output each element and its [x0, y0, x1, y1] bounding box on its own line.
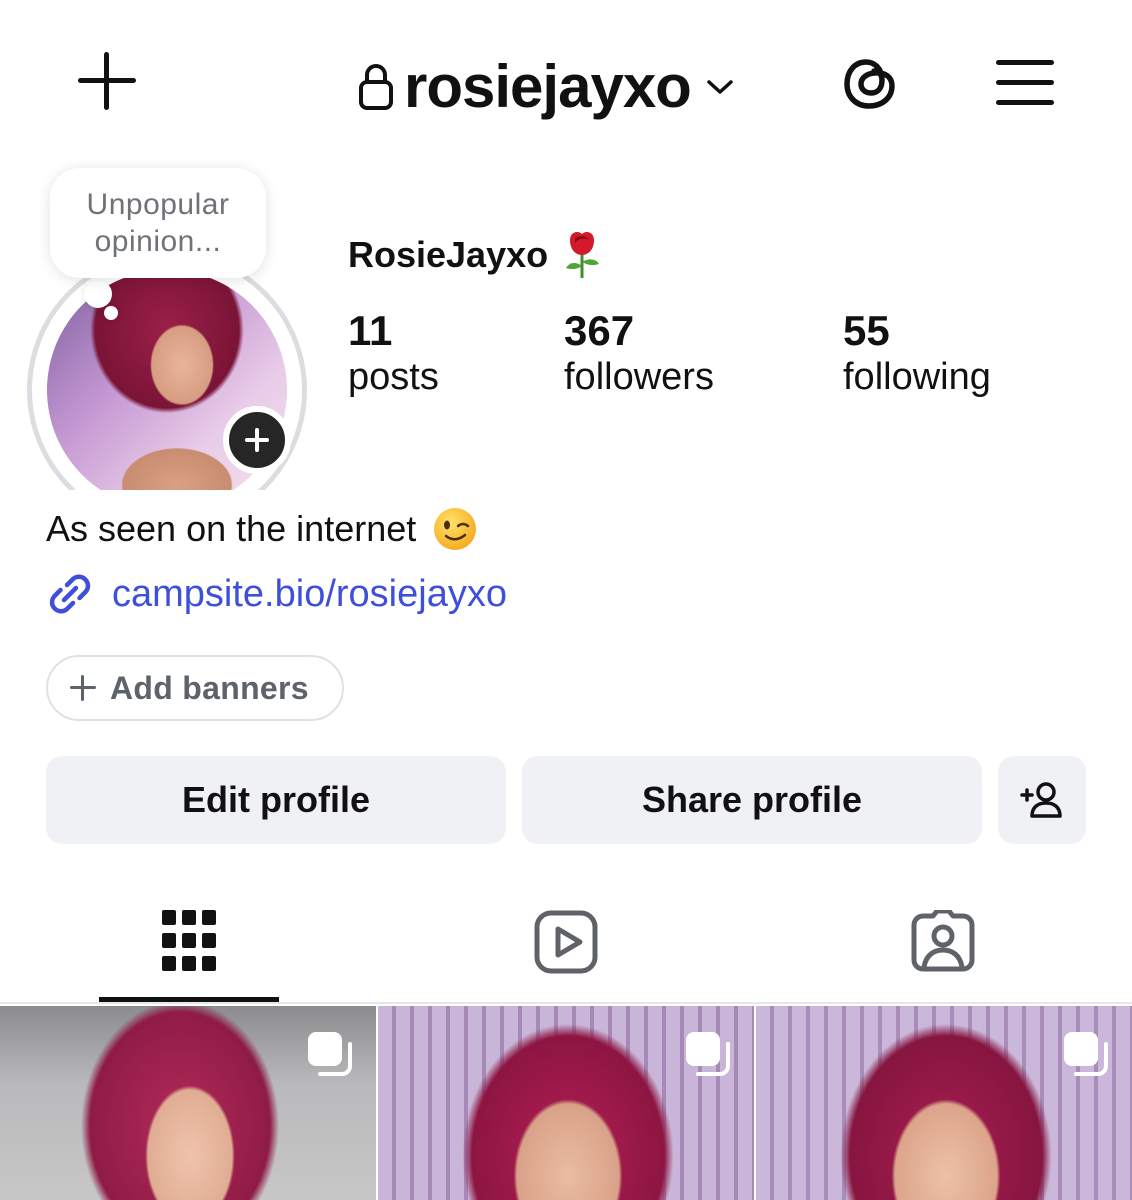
tab-divider	[0, 1002, 1132, 1004]
note-text-line2: opinion...	[94, 225, 222, 258]
following-label: following	[843, 356, 991, 398]
posts-label: posts	[348, 356, 439, 398]
lock-icon	[359, 64, 393, 110]
add-story-plus-icon[interactable]	[223, 406, 291, 474]
link-icon	[49, 574, 91, 614]
tab-tagged[interactable]	[853, 892, 1033, 1002]
post-thumbnail[interactable]	[756, 1006, 1132, 1200]
add-person-icon	[1020, 782, 1062, 818]
posts-count: 11	[348, 307, 393, 354]
share-profile-label: Share profile	[641, 779, 863, 820]
grid-icon	[162, 910, 216, 971]
followers-count: 367	[564, 307, 635, 354]
chevron-down-icon	[707, 80, 733, 94]
add-banners-button[interactable]: Add banners	[46, 655, 344, 721]
plus-icon	[70, 675, 96, 701]
winking-face-icon	[434, 508, 477, 550]
display-name: RosieJayxo	[348, 230, 604, 280]
reels-icon	[534, 910, 598, 974]
username: rosiejayxo	[404, 53, 692, 120]
note-bubble-tail	[84, 280, 112, 308]
post-thumbnail[interactable]	[0, 1006, 376, 1200]
account-switcher[interactable]: rosiejayxo	[358, 52, 735, 122]
edit-profile-button[interactable]: Edit profile	[46, 756, 506, 844]
carousel-icon	[686, 1032, 730, 1076]
tab-posts-grid[interactable]	[99, 892, 279, 1002]
stat-followers[interactable]: 367 followers	[564, 308, 714, 400]
posts-grid	[0, 1006, 1132, 1200]
profile-note[interactable]: Unpopular opinion...	[50, 168, 266, 278]
stat-posts[interactable]: 11 posts	[348, 308, 439, 400]
discover-people-button[interactable]	[998, 756, 1086, 844]
hamburger-menu-icon[interactable]	[996, 58, 1054, 108]
avatar-photo	[47, 270, 287, 490]
add-banners-label: Add banners	[110, 669, 309, 706]
tagged-person-icon	[911, 910, 975, 972]
display-name-text: RosieJayxo	[348, 234, 549, 275]
edit-profile-label: Edit profile	[182, 779, 370, 820]
post-thumbnail[interactable]	[378, 1006, 754, 1200]
carousel-icon	[1064, 1032, 1108, 1076]
carousel-icon	[308, 1032, 352, 1076]
bio: As seen on the internet	[46, 506, 478, 552]
create-plus-icon[interactable]	[78, 52, 136, 110]
bio-text: As seen on the internet	[46, 508, 417, 549]
bio-link[interactable]: campsite.bio/rosiejayxo	[46, 570, 507, 618]
stat-following[interactable]: 55 following	[843, 308, 991, 400]
top-bar: rosiejayxo	[0, 0, 1132, 170]
followers-label: followers	[564, 356, 714, 398]
note-bubble-tail-small	[104, 306, 118, 320]
share-profile-button[interactable]: Share profile	[522, 756, 982, 844]
bio-link-text: campsite.bio/rosiejayxo	[112, 572, 507, 615]
profile-avatar[interactable]	[27, 250, 307, 490]
following-count: 55	[843, 307, 890, 354]
threads-icon[interactable]	[838, 50, 904, 116]
avatar-ring	[27, 250, 307, 490]
note-text-line1: Unpopular	[86, 188, 230, 221]
tab-reels[interactable]	[476, 892, 656, 1002]
rose-icon	[566, 232, 600, 278]
